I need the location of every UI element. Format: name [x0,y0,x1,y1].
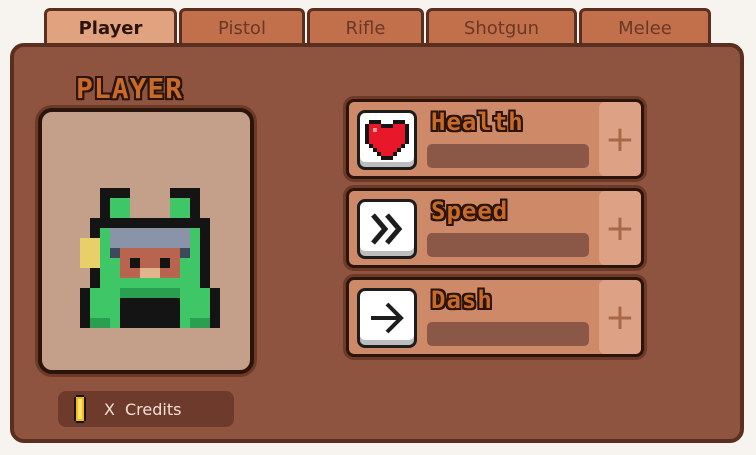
speed-icon-box [357,199,417,259]
upgrade-speed-button[interactable]: + [599,191,641,265]
tab-rifle[interactable]: Rifle [307,8,424,46]
health-level-bar [427,144,589,168]
upgrade-dash-button[interactable]: + [599,280,641,354]
dash-icon-box [357,288,417,348]
credits-label: Credits [124,399,182,419]
stat-label-dash: Dash [431,286,493,314]
player-title: PLAYER [76,72,184,105]
player-character-sprite [80,188,220,328]
stat-label-speed: Speed [431,197,509,225]
tab-player[interactable]: Player [44,8,177,46]
stat-dash: Dash + [346,277,644,357]
dash-level-bar [427,322,589,346]
tab-pistol[interactable]: Pistol [179,8,305,46]
speed-level-bar [427,233,589,257]
stat-health: Health + [346,99,644,179]
fast-forward-icon [371,213,403,245]
credits-amount: X [104,399,115,419]
stat-label-health: Health [431,108,524,136]
arrow-right-icon [371,302,404,334]
coin-icon [74,395,86,423]
tab-shotgun[interactable]: Shotgun [426,8,577,46]
upgrade-health-button[interactable]: + [599,102,641,176]
heart-icon [365,120,409,160]
health-icon-box [357,110,417,170]
player-portrait [38,108,254,374]
credits-display: X Credits [58,391,234,427]
stat-speed: Speed + [346,188,644,268]
tab-melee[interactable]: Melee [579,8,711,46]
